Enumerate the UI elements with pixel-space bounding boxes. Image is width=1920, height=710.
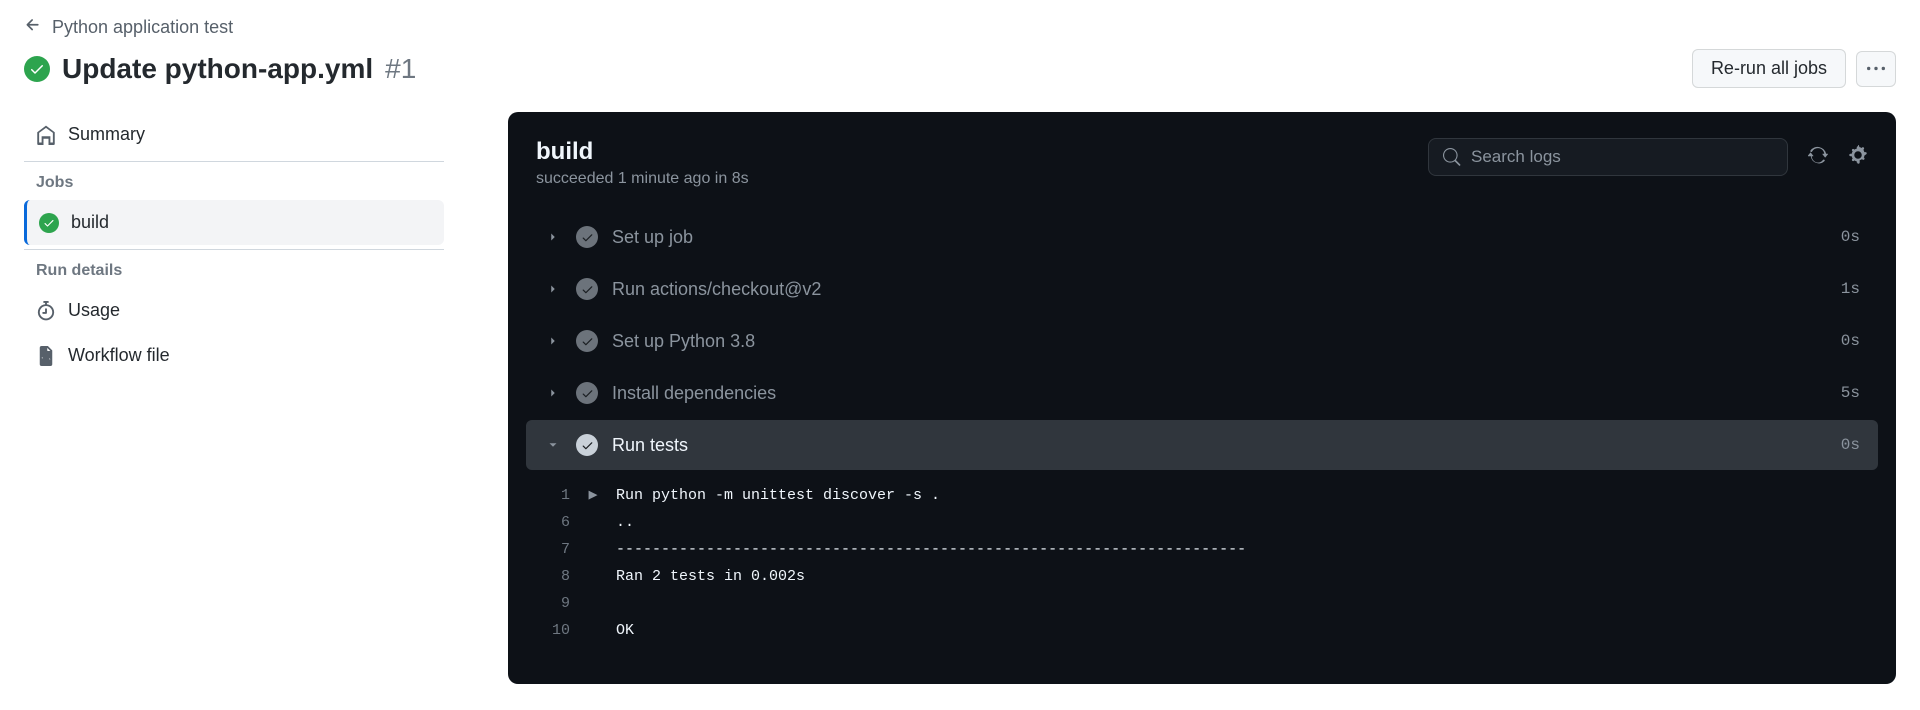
chevron-right-icon <box>544 282 562 296</box>
step-row[interactable]: Install dependencies 5s <box>526 368 1878 418</box>
breadcrumb: Python application test <box>24 16 1896 39</box>
step-label: Set up Python 3.8 <box>612 331 1827 352</box>
run-title: Update python-app.yml <box>62 53 373 85</box>
line-caret <box>588 590 598 617</box>
step-row[interactable]: Run actions/checkout@v2 1s <box>526 264 1878 314</box>
search-logs-input[interactable] <box>1471 147 1773 167</box>
log-output: 1▶Run python -m unittest discover -s .6.… <box>526 472 1878 654</box>
sidebar: Summary Jobs build Run details Usage Wor… <box>24 112 444 378</box>
line-caret[interactable]: ▶ <box>588 482 598 509</box>
line-number: 8 <box>544 563 570 590</box>
sidebar-job-label: build <box>71 212 109 233</box>
line-text: .. <box>616 509 634 536</box>
step-label: Set up job <box>612 227 1827 248</box>
sidebar-run-details-heading: Run details <box>24 254 444 288</box>
step-label: Install dependencies <box>612 383 1827 404</box>
line-number: 6 <box>544 509 570 536</box>
line-text: OK <box>616 617 634 644</box>
step-label: Run actions/checkout@v2 <box>612 279 1827 300</box>
step-duration: 1s <box>1841 280 1860 298</box>
search-icon <box>1443 148 1461 166</box>
step-success-icon <box>576 434 598 456</box>
log-line: 9 <box>544 590 1860 617</box>
chevron-down-icon <box>544 438 562 452</box>
run-number: #1 <box>385 53 416 85</box>
step-duration: 0s <box>1841 228 1860 246</box>
steps-list: Set up job 0s Run actions/checkout@v2 1s Set… <box>526 212 1878 470</box>
sidebar-usage-label: Usage <box>68 300 120 321</box>
sidebar-summary[interactable]: Summary <box>24 112 444 157</box>
sidebar-summary-label: Summary <box>68 124 145 145</box>
step-label: Run tests <box>612 435 1827 456</box>
chevron-right-icon <box>544 386 562 400</box>
status-success-icon <box>24 56 50 82</box>
step-duration: 5s <box>1841 384 1860 402</box>
line-number: 10 <box>544 617 570 644</box>
line-text: Ran 2 tests in 0.002s <box>616 563 805 590</box>
sidebar-workflow-file-label: Workflow file <box>68 345 170 366</box>
job-subtitle: succeeded 1 minute ago in 8s <box>536 170 749 188</box>
sidebar-workflow-file[interactable]: Workflow file <box>24 333 444 378</box>
refresh-icon[interactable] <box>1808 145 1828 170</box>
breadcrumb-workflow-name[interactable]: Python application test <box>52 17 233 38</box>
kebab-menu-button[interactable] <box>1856 51 1896 87</box>
step-success-icon <box>576 382 598 404</box>
rerun-all-jobs-button[interactable]: Re-run all jobs <box>1692 49 1846 88</box>
file-code-icon <box>36 346 56 366</box>
line-number: 7 <box>544 536 570 563</box>
sidebar-usage[interactable]: Usage <box>24 288 444 333</box>
step-duration: 0s <box>1841 436 1860 454</box>
line-caret <box>588 563 598 590</box>
sidebar-job-build[interactable]: build <box>24 200 444 245</box>
log-panel: build succeeded 1 minute ago in 8s <box>508 112 1896 684</box>
sidebar-jobs-heading: Jobs <box>24 166 444 200</box>
chevron-right-icon <box>544 230 562 244</box>
step-row[interactable]: Set up Python 3.8 0s <box>526 316 1878 366</box>
back-arrow-icon[interactable] <box>24 16 42 39</box>
step-success-icon <box>576 226 598 248</box>
line-text: ----------------------------------------… <box>616 536 1246 563</box>
step-row[interactable]: Set up job 0s <box>526 212 1878 262</box>
search-logs[interactable] <box>1428 138 1788 176</box>
line-caret <box>588 509 598 536</box>
step-row[interactable]: Run tests 0s <box>526 420 1878 470</box>
step-duration: 0s <box>1841 332 1860 350</box>
job-title: build <box>536 138 749 166</box>
line-number: 9 <box>544 590 570 617</box>
log-line: 7 ---------------------------------------… <box>544 536 1860 563</box>
title-row: Update python-app.yml #1 Re-run all jobs <box>24 49 1896 88</box>
line-text: Run python -m unittest discover -s . <box>616 482 940 509</box>
step-success-icon <box>576 278 598 300</box>
line-caret <box>588 536 598 563</box>
gear-icon[interactable] <box>1848 145 1868 170</box>
line-caret <box>588 617 598 644</box>
home-icon <box>36 125 56 145</box>
log-line: 1 ▶ Run python -m unittest discover -s . <box>544 482 1860 509</box>
chevron-right-icon <box>544 334 562 348</box>
step-success-icon <box>576 330 598 352</box>
stopwatch-icon <box>36 301 56 321</box>
log-line: 10 OK <box>544 617 1860 644</box>
line-number: 1 <box>544 482 570 509</box>
job-success-icon <box>39 213 59 233</box>
log-line: 6.. <box>544 509 1860 536</box>
log-line: 8 Ran 2 tests in 0.002s <box>544 563 1860 590</box>
